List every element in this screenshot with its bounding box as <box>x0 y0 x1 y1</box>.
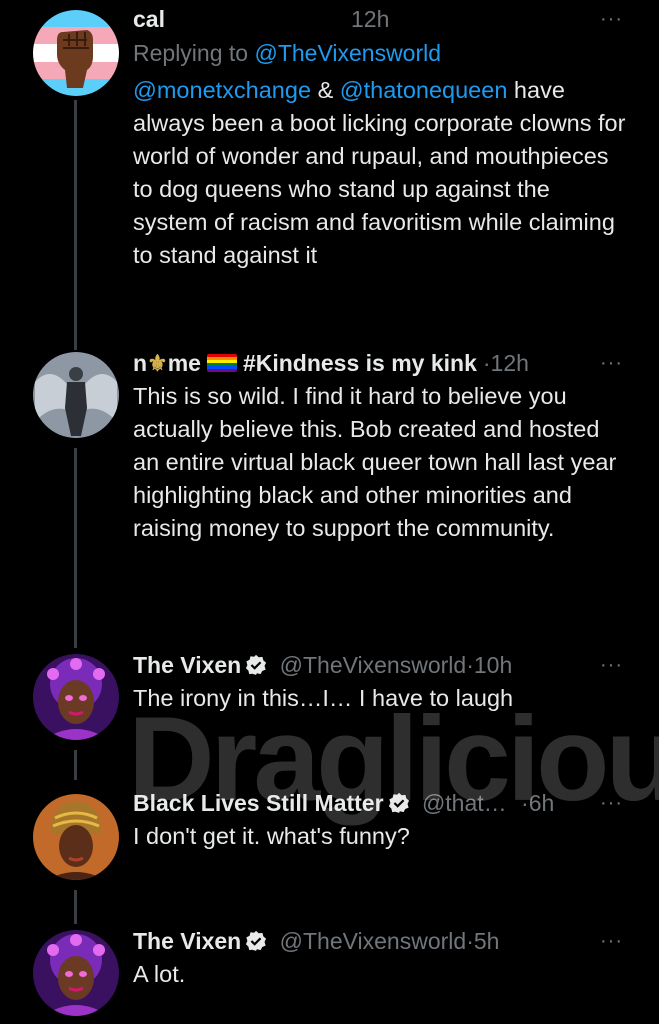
thread-line <box>74 448 77 648</box>
verified-icon <box>246 654 267 675</box>
separator-dot: · <box>521 790 529 816</box>
replying-to-label: Replying to <box>133 40 249 66</box>
more-icon[interactable]: ··· <box>600 348 623 378</box>
angel-avatar-icon <box>33 352 119 438</box>
avatar-vixen[interactable] <box>33 654 119 740</box>
ampersand: & <box>317 77 334 103</box>
more-icon[interactable]: ··· <box>600 4 623 34</box>
author-handle[interactable]: @that… <box>422 790 507 816</box>
replying-to: Replying to @TheVixensworld <box>133 38 629 69</box>
tweet-body: A lot. <box>133 961 186 987</box>
vixen-avatar-icon <box>33 930 119 1016</box>
more-icon[interactable]: ··· <box>600 926 623 956</box>
author-name-part: #Kindness is my kink <box>242 350 477 376</box>
timestamp[interactable]: 12h <box>351 4 389 34</box>
thread-line <box>74 750 77 780</box>
avatar-cal[interactable] <box>33 10 119 96</box>
author-name-part: me <box>167 350 201 376</box>
tweet-body: This is so wild. I find it hard to belie… <box>133 383 617 541</box>
mention-link[interactable]: @monetxchange <box>133 77 311 103</box>
reply-handle-link[interactable]: @TheVixensworld <box>254 40 441 66</box>
tweet-text: @monetxchange & @thatonequeen have alway… <box>133 74 629 272</box>
tweet-body: I don't get it. what's funny? <box>133 823 410 849</box>
author-name[interactable]: n⚜me #Kindness is my kink <box>133 350 477 376</box>
avatar-nome[interactable] <box>33 352 119 438</box>
separator-dot: · <box>466 928 474 954</box>
author-name-part: n <box>133 350 148 376</box>
separator-dot: · <box>466 652 474 678</box>
author-handle[interactable]: @TheVixensworld <box>280 928 467 954</box>
more-icon[interactable]: ··· <box>600 650 623 680</box>
fleur-de-lis-icon: ⚜ <box>147 350 168 376</box>
headwrap-avatar-icon <box>33 794 119 880</box>
mention-link[interactable]: @thatonequeen <box>340 77 508 103</box>
timestamp[interactable]: 10h <box>474 652 512 678</box>
avatar-vixen[interactable] <box>33 930 119 1016</box>
author-handle[interactable]: @TheVixensworld <box>280 652 467 678</box>
timestamp[interactable]: 5h <box>474 928 500 954</box>
timestamp[interactable]: 12h <box>491 350 529 376</box>
thread-line <box>74 100 77 350</box>
tweet-body: The irony in this…I… I have to laugh <box>133 685 514 711</box>
author-name[interactable]: cal <box>133 6 165 32</box>
author-name[interactable]: The Vixen <box>133 928 241 954</box>
separator-dot: · <box>482 350 491 376</box>
author-name[interactable]: Black Lives Still Matter <box>133 790 384 816</box>
author-name[interactable]: The Vixen <box>133 652 241 678</box>
thread-line <box>74 890 77 924</box>
more-icon[interactable]: ··· <box>600 788 623 818</box>
verified-icon <box>388 792 409 813</box>
fist-avatar-icon <box>33 10 119 96</box>
tweet-body: have always been a boot licking corporat… <box>133 77 626 268</box>
pride-flag-icon <box>206 354 237 372</box>
avatar-black-lives[interactable] <box>33 794 119 880</box>
vixen-avatar-icon <box>33 654 119 740</box>
timestamp[interactable]: 6h <box>529 790 555 816</box>
verified-icon <box>246 930 267 951</box>
